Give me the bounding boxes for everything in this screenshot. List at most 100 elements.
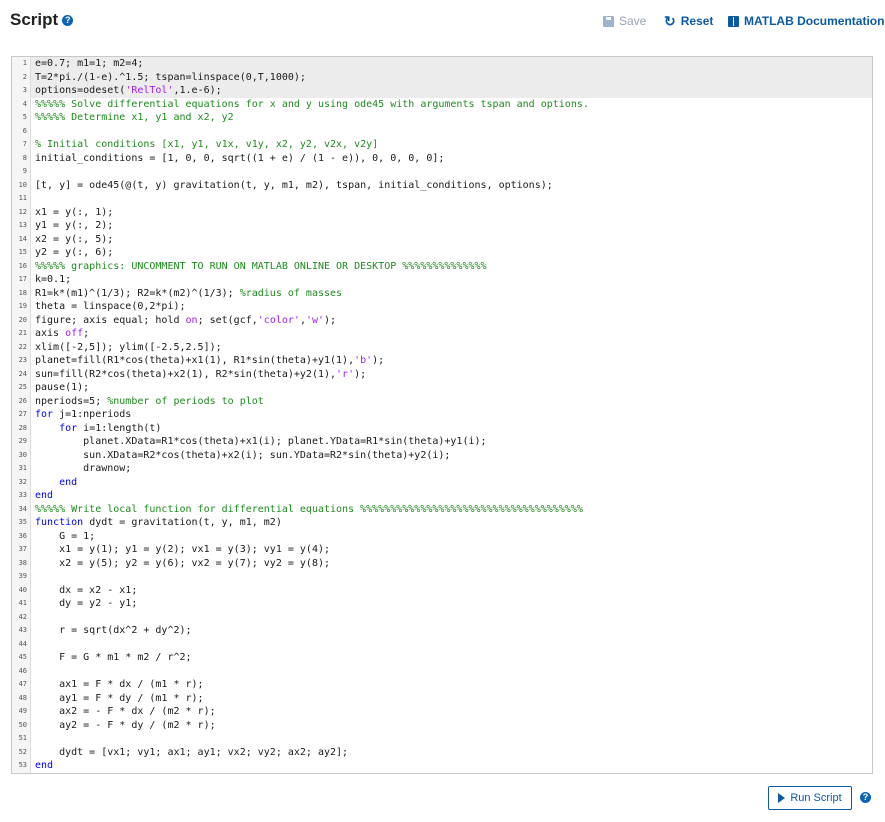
code-line[interactable]: 6	[12, 124, 872, 138]
code-line[interactable]: 51	[12, 732, 872, 746]
code-line[interactable]: 18 R1=k*(m1)^(1/3); R2=k*(m2)^(1/3); %rad…	[12, 286, 872, 300]
code-line[interactable]: 48 ay1 = F * dy / (m1 * r);	[12, 691, 872, 705]
code-text: dydt = [vx1; vy1; ax1; ay1; vx2; vy2; ax…	[35, 746, 349, 758]
code-line[interactable]: 37 x1 = y(1); y1 = y(2); vx1 = y(3); vy1…	[12, 543, 872, 557]
code-line[interactable]: 28 for i=1:length(t)	[12, 421, 872, 435]
help-icon-bottom[interactable]: ?	[860, 792, 871, 803]
code-text: ax1 = F * dx / (m1 * r);	[35, 679, 204, 690]
code-text: figure; axis equal; hold on; set(gcf,'co…	[35, 314, 337, 326]
code-line[interactable]: 53 end	[12, 759, 872, 773]
code-text: x2 = y(:, 5);	[35, 233, 114, 245]
reset-icon: ↻	[664, 13, 676, 29]
code-text: y2 = y(:, 6);	[35, 247, 114, 258]
line-number: 9	[12, 165, 31, 179]
line-number: 53	[12, 759, 31, 773]
code-line[interactable]: 29 planet.XData=R1*cos(theta)+x1(i); pla…	[12, 435, 872, 449]
line-number: 38	[12, 556, 31, 570]
code-text: end	[59, 476, 78, 488]
line-number: 22	[12, 340, 31, 354]
line-number: 15	[12, 246, 31, 260]
page-title: Script?	[10, 10, 74, 30]
code-line[interactable]: 49 ax2 = - F * dx / (m2 * r);	[12, 705, 872, 719]
code-text: sun.XData=R2*cos(theta)+x2(i); sun.YData…	[35, 449, 451, 461]
code-line[interactable]: 1 e=0.7; m1=1; m2=4;	[12, 57, 872, 71]
save-button[interactable]: Save	[603, 14, 646, 28]
code-line[interactable]: 4 %%%%% Solve differential equations for …	[12, 97, 872, 111]
line-number: 28	[12, 421, 31, 435]
matlab-documentation-link[interactable]: MATLAB Documentation	[728, 14, 884, 28]
code-line[interactable]: 11	[12, 192, 872, 206]
code-line[interactable]: 12 x1 = y(:, 1);	[12, 205, 872, 219]
code-line[interactable]: 10 [t, y] = ode45(@(t, y) gravitation(t, …	[12, 178, 872, 192]
code-text: initial_conditions = [1, 0, 0, sqrt((1 +…	[35, 152, 445, 164]
code-line[interactable]: 27 for j=1:nperiods	[12, 408, 872, 422]
code-line[interactable]: 34 %%%%% Write local function for differe…	[12, 502, 872, 516]
line-number: 12	[12, 205, 31, 219]
code-line[interactable]: 26 nperiods=5; %number of periods to plot	[12, 394, 872, 408]
code-text: y1 = y(:, 2);	[35, 220, 114, 231]
code-line[interactable]: 7 % Initial conditions [x1, y1, v1x, v1y,…	[12, 138, 872, 152]
code-line[interactable]: 23 planet=fill(R1*cos(theta)+x1(1), R1*si…	[12, 354, 872, 368]
run-script-button[interactable]: Run Script	[768, 786, 852, 810]
code-line[interactable]: 31 drawnow;	[12, 462, 872, 476]
code-line[interactable]: 21 axis off;	[12, 327, 872, 341]
line-number: 40	[12, 583, 31, 597]
code-text: e=0.7; m1=1; m2=4;	[31, 57, 872, 71]
code-line[interactable]: 50 ay2 = - F * dy / (m2 * r);	[12, 718, 872, 732]
reset-button[interactable]: ↻ Reset	[664, 14, 713, 28]
code-text: dy = y2 - y1;	[35, 598, 138, 609]
code-text: theta = linspace(0,2*pi);	[35, 301, 186, 312]
code-line[interactable]: 45 F = G * m1 * m2 / r^2;	[12, 651, 872, 665]
code-line[interactable]: 16 %%%%% graphics: UNCOMMENT TO RUN ON MA…	[12, 259, 872, 273]
code-editor[interactable]: 1 e=0.7; m1=1; m2=4; 2 T=2*pi./(1-e).^1.5; …	[11, 56, 873, 774]
code-line[interactable]: 3 options=odeset('RelTol',1.e-6);	[12, 84, 872, 98]
code-text: axis off;	[35, 328, 90, 339]
code-text: r = sqrt(dx^2 + dy^2);	[35, 625, 192, 636]
code-line[interactable]: 46	[12, 664, 872, 678]
code-line[interactable]: 38 x2 = y(5); y2 = y(6); vx2 = y(7); vy2…	[12, 556, 872, 570]
code-line[interactable]: 14 x2 = y(:, 5);	[12, 232, 872, 246]
code-line[interactable]: 40 dx = x2 - x1;	[12, 583, 872, 597]
line-number: 11	[12, 192, 31, 206]
code-line[interactable]: 33 end	[12, 489, 872, 503]
code-line[interactable]: 2 T=2*pi./(1-e).^1.5; tspan=linspace(0,T,…	[12, 70, 872, 84]
code-line[interactable]: 41 dy = y2 - y1;	[12, 597, 872, 611]
code-text: x2 = y(5); y2 = y(6); vx2 = y(7); vy2 = …	[35, 557, 331, 569]
code-line[interactable]: 47 ax1 = F * dx / (m1 * r);	[12, 678, 872, 692]
code-line[interactable]: 15 y2 = y(:, 6);	[12, 246, 872, 260]
line-number: 3	[12, 84, 31, 98]
code-text: planet=fill(R1*cos(theta)+x1(1), R1*sin(…	[35, 355, 385, 366]
code-line[interactable]: 25 pause(1);	[12, 381, 872, 395]
line-number: 49	[12, 705, 31, 719]
code-line[interactable]: 30 sun.XData=R2*cos(theta)+x2(i); sun.YD…	[12, 448, 872, 462]
code-line[interactable]: 8 initial_conditions = [1, 0, 0, sqrt((1 …	[12, 151, 872, 165]
code-line[interactable]: 42	[12, 610, 872, 625]
code-line[interactable]: 20 figure; axis equal; hold on; set(gcf,'…	[12, 313, 872, 327]
line-number: 32	[12, 475, 31, 489]
code-line[interactable]: 43 r = sqrt(dx^2 + dy^2);	[12, 624, 872, 638]
code-line[interactable]: 22 xlim([-2,5]); ylim([-2.5,2.5]);	[12, 340, 872, 354]
run-script-label: Run Script	[790, 792, 842, 804]
code-line[interactable]: 9	[12, 165, 872, 179]
code-line[interactable]: 52 dydt = [vx1; vy1; ax1; ay1; vx2; vy2;…	[12, 745, 872, 759]
line-number: 7	[12, 138, 31, 152]
code-line[interactable]: 17 k=0.1;	[12, 273, 872, 287]
line-number: 18	[12, 286, 31, 300]
line-number: 31	[12, 462, 31, 476]
book-icon	[728, 15, 739, 27]
code-line[interactable]: 24 sun=fill(R2*cos(theta)+x2(1), R2*sin(t…	[12, 367, 872, 381]
code-line[interactable]: 13 y1 = y(:, 2);	[12, 219, 872, 233]
code-text: end	[35, 760, 54, 771]
code-line[interactable]: 39	[12, 570, 872, 584]
code-line[interactable]: 35 function dydt = gravitation(t, y, m1, …	[12, 516, 872, 530]
code-line[interactable]: 36 G = 1;	[12, 529, 872, 543]
code-line[interactable]: 5 %%%%% Determine x1, y1 and x2, y2	[12, 111, 872, 125]
code-line[interactable]: 32 end	[12, 475, 872, 489]
code-line[interactable]: 19 theta = linspace(0,2*pi);	[12, 300, 872, 314]
code-text: G = 1;	[35, 530, 96, 542]
code-line[interactable]: 44	[12, 637, 872, 652]
help-icon[interactable]: ?	[62, 15, 74, 26]
